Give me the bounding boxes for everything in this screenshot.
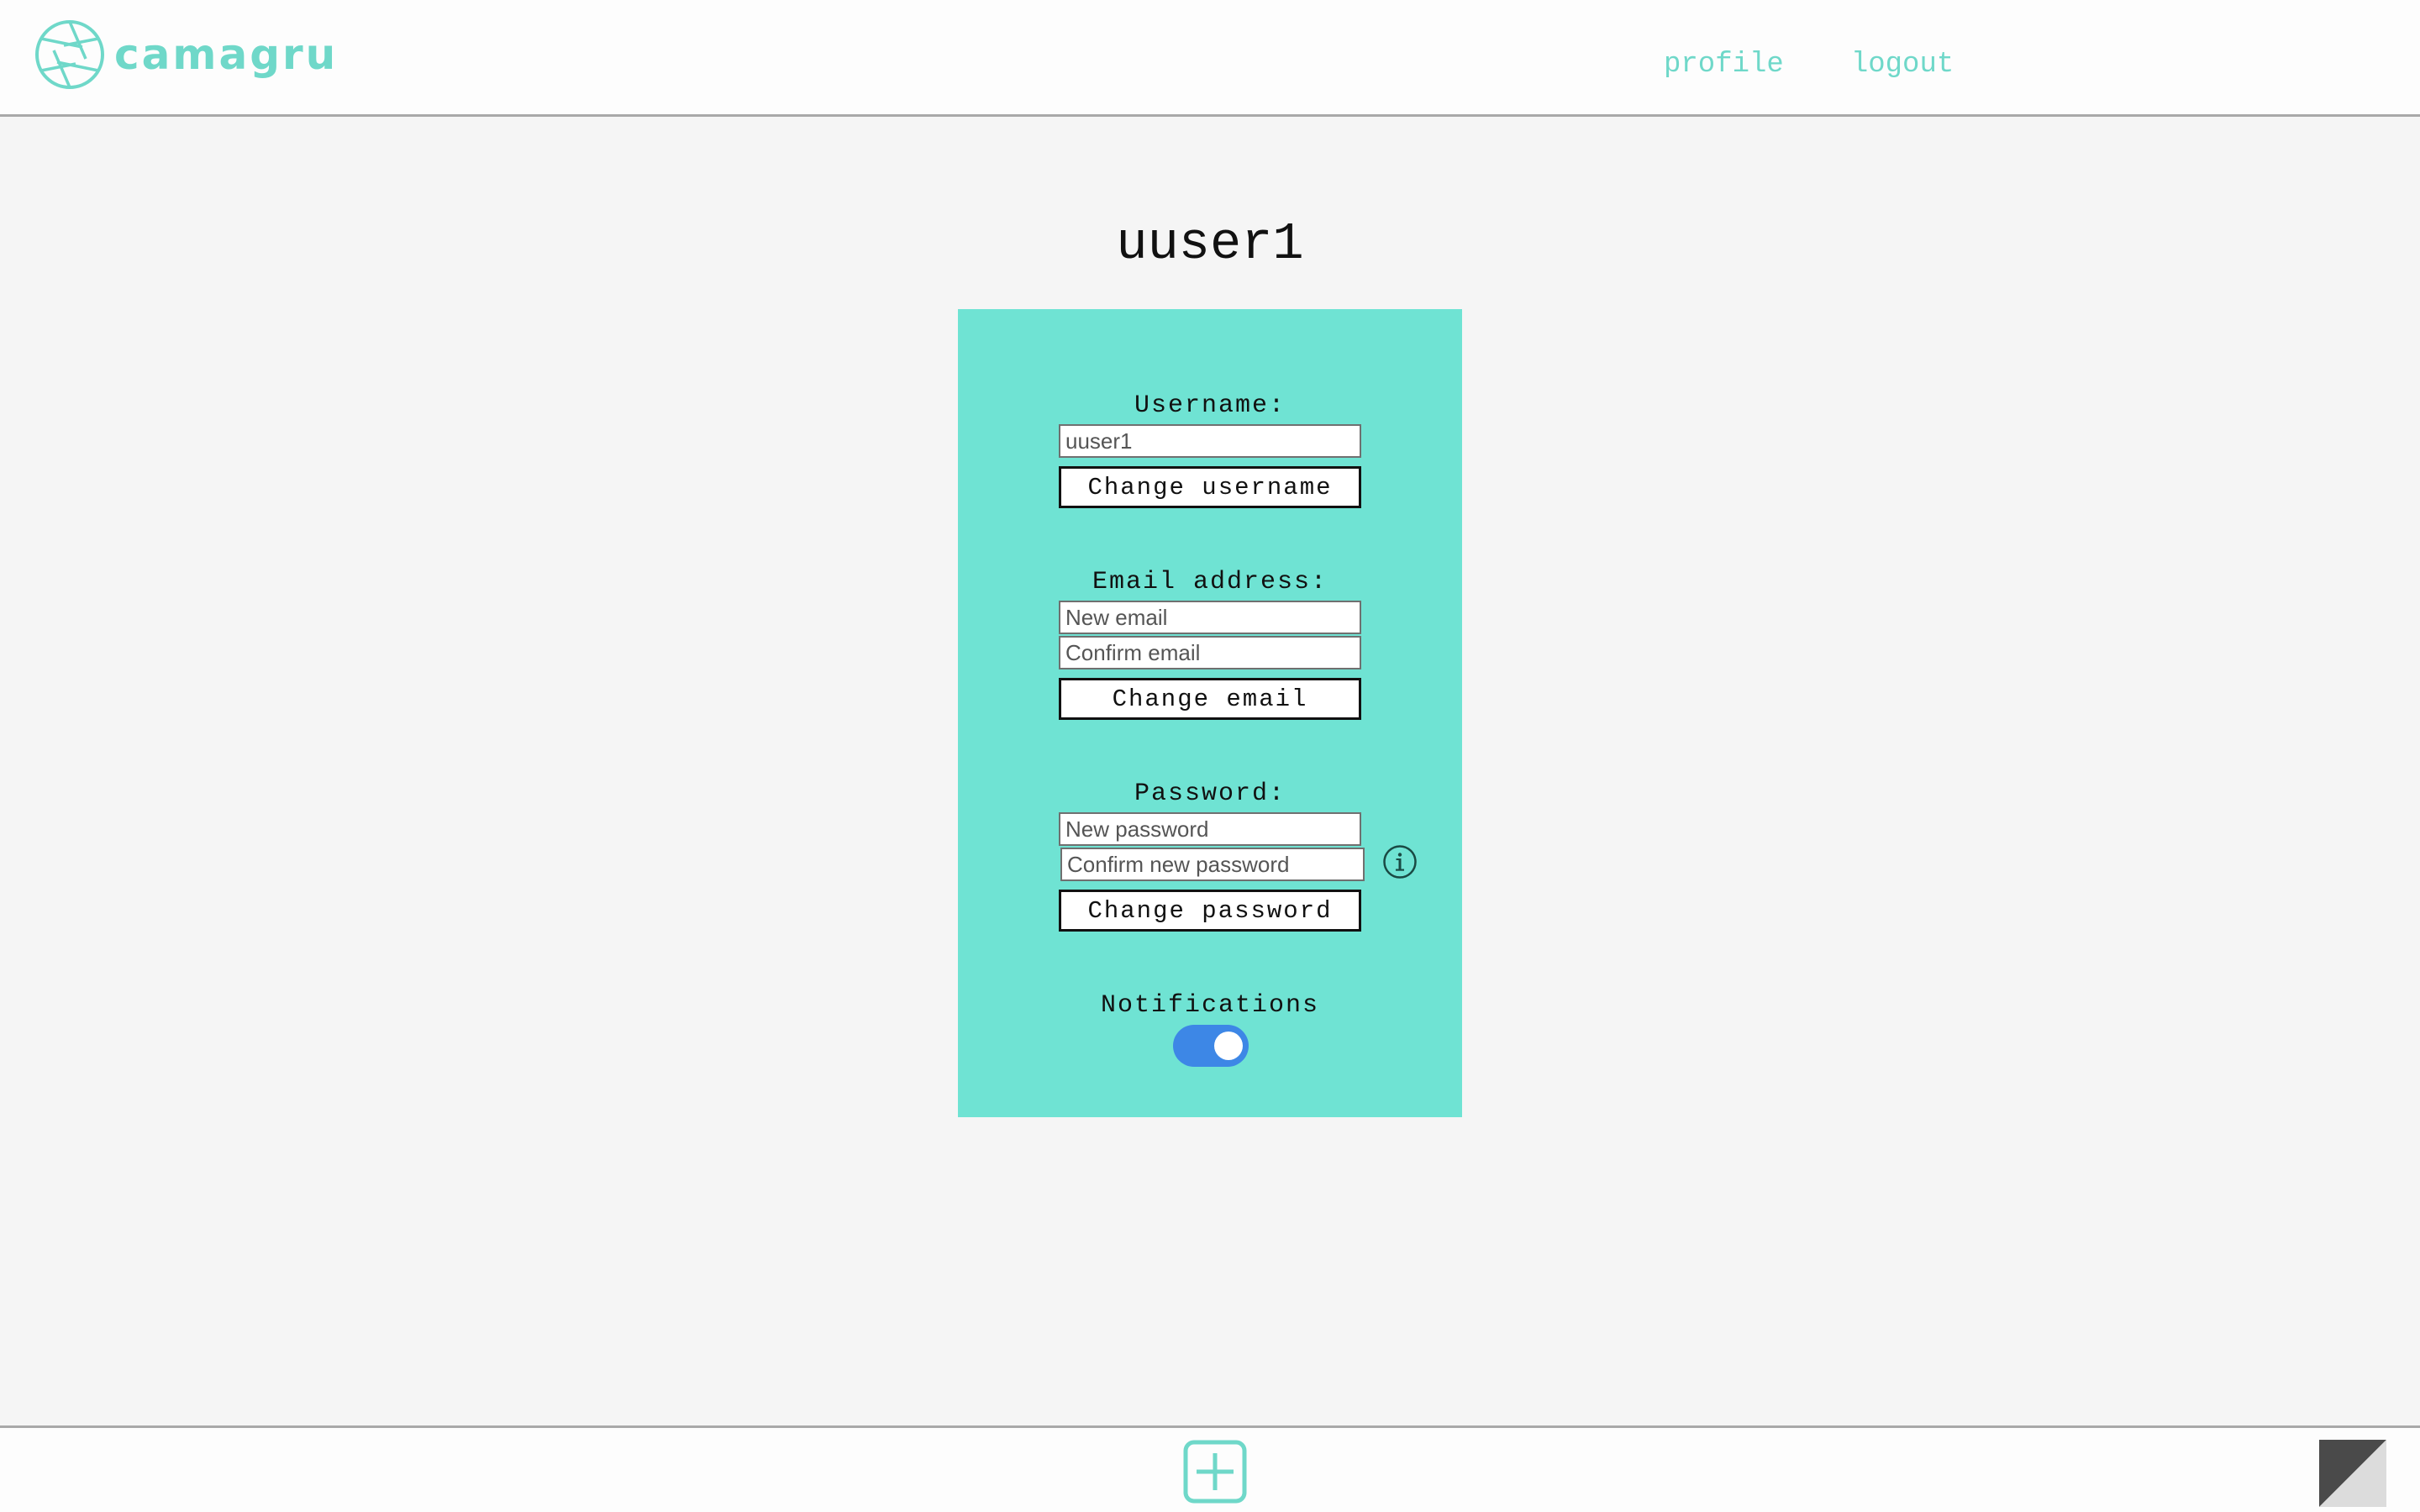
nav-links: profile logout [1664, 49, 1954, 81]
change-password-button[interactable]: Change password [1059, 890, 1361, 932]
confirm-email-input[interactable] [1059, 636, 1361, 669]
change-email-button[interactable]: Change email [1059, 678, 1361, 720]
notifications-label: Notifications [1100, 991, 1320, 1020]
confirm-password-input[interactable] [1060, 848, 1365, 881]
toggle-knob [1214, 1032, 1243, 1060]
username-label: Username: [1134, 391, 1286, 420]
password-label: Password: [1134, 780, 1286, 808]
plus-square-icon[interactable] [1183, 1440, 1247, 1504]
nav-profile-link[interactable]: profile [1664, 49, 1784, 81]
info-icon[interactable] [1382, 844, 1418, 879]
page-title: uuser1 [1116, 214, 1304, 274]
top-navbar: camagru profile logout [0, 0, 2420, 117]
camera-aperture-icon [35, 20, 104, 89]
camagru-logo[interactable]: camagru [34, 18, 338, 91]
bottom-bar [0, 1425, 2420, 1512]
nav-logout-link[interactable]: logout [1851, 49, 1954, 81]
account-settings-card: Username: Change username Email address:… [958, 309, 1462, 1117]
new-password-input[interactable] [1059, 812, 1361, 846]
username-input[interactable] [1059, 424, 1361, 458]
theme-toggle-icon[interactable] [2319, 1440, 2386, 1507]
notifications-toggle[interactable] [1173, 1025, 1249, 1067]
change-username-button[interactable]: Change username [1059, 466, 1361, 508]
new-email-input[interactable] [1059, 601, 1361, 634]
email-label: Email address: [1092, 568, 1328, 596]
logo-text: camagru [114, 30, 339, 79]
